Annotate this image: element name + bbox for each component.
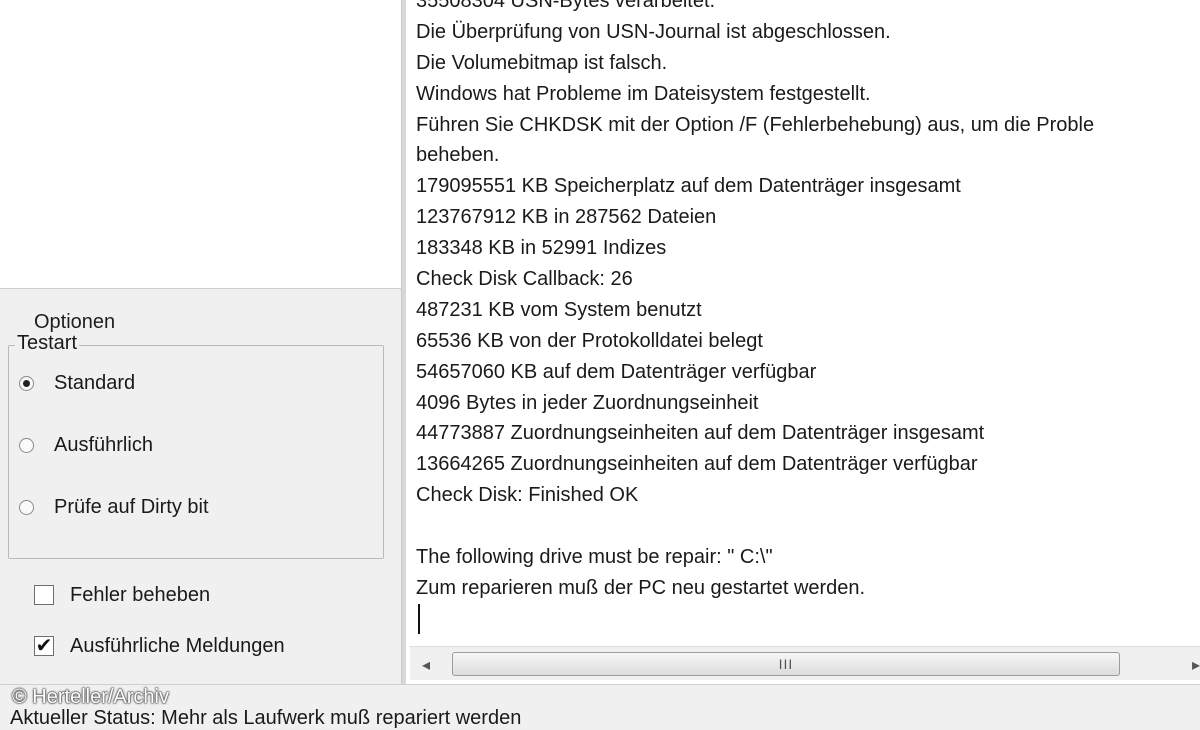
radio-dirty-bit-indicator[interactable]	[19, 499, 34, 515]
log-line: 35508304 USN-Bytes verarbeitet.	[416, 0, 716, 12]
left-top-panel	[0, 0, 402, 288]
horizontal-scrollbar[interactable]: ◂ III ▸	[410, 646, 1200, 680]
radio-dirty-bit[interactable]: Prüfe auf Dirty bit	[19, 492, 209, 522]
scroll-right-icon[interactable]: ▸	[1192, 655, 1200, 675]
log-line: 179095551 KB Speicherplatz auf dem Daten…	[416, 175, 961, 198]
log-line: Die Überprüfung von USN-Journal ist abge…	[416, 20, 891, 43]
scroll-left-icon[interactable]: ◂	[422, 655, 430, 675]
status-text: Aktueller Status: Mehr als Laufwerk muß …	[10, 707, 522, 729]
grip-icon: III	[778, 656, 794, 672]
radio-dirty-bit-label: Prüfe auf Dirty bit	[54, 495, 209, 518]
scrollbar-thumb[interactable]: III	[452, 652, 1120, 676]
copyright-watermark: © Herteller/Archiv	[12, 686, 169, 708]
log-line: Die Volumebitmap ist falsch.	[416, 51, 668, 74]
log-line: 44773887 Zuordnungseinheiten auf dem Dat…	[416, 422, 985, 445]
checkbox-fehler-beheben-box[interactable]	[34, 585, 54, 605]
log-line: 13664265 Zuordnungseinheiten auf dem Dat…	[416, 453, 978, 476]
log-line: Windows hat Probleme im Dateisystem fest…	[416, 82, 871, 105]
checkbox-ausfuehrliche-meldungen[interactable]: ✔ Ausführliche Meldungen	[34, 631, 285, 661]
radio-standard-label: Standard	[54, 371, 136, 394]
log-lines: 35508304 USN-Bytes verarbeitet. Die Überp…	[416, 0, 1094, 604]
checkbox-ausfuehrliche-meldungen-label: Ausführliche Meldungen	[70, 634, 285, 657]
log-line: 183348 KB in 52991 Indizes	[416, 237, 667, 260]
log-output[interactable]: 35508304 USN-Bytes verarbeitet. Die Überp…	[402, 0, 1200, 684]
radio-standard-indicator[interactable]	[19, 375, 34, 391]
testart-legend: Testart	[15, 332, 80, 355]
testart-groupbox: Testart Standard Ausführlich Prüfe auf D…	[8, 332, 384, 559]
log-line: 65536 KB von der Protokolldatei belegt	[416, 329, 763, 352]
radio-ausfuehrlich-label: Ausführlich	[54, 433, 153, 456]
options-panel: Optionen Testart Standard Ausführlich Pr…	[0, 288, 402, 684]
radio-ausfuehrlich[interactable]: Ausführlich	[19, 430, 153, 460]
checkbox-fehler-beheben[interactable]: Fehler beheben	[34, 580, 210, 610]
log-line: 487231 KB vom System benutzt	[416, 298, 702, 321]
log-line: 4096 Bytes in jeder Zuordnungseinheit	[416, 391, 759, 414]
radio-standard[interactable]: Standard	[19, 368, 135, 398]
log-line: beheben.	[416, 144, 500, 167]
log-line: 54657060 KB auf dem Datenträger verfügba…	[416, 360, 817, 383]
log-line: The following drive must be repair: " C:…	[416, 546, 773, 569]
log-line: Check Disk: Finished OK	[416, 484, 639, 507]
status-bar: Aktueller Status: Mehr als Laufwerk muß …	[0, 684, 1200, 729]
log-line: 123767912 KB in 287562 Dateien	[416, 206, 717, 229]
checkbox-fehler-beheben-label: Fehler beheben	[70, 583, 211, 606]
options-title: Optionen	[34, 311, 116, 333]
log-line: Führen Sie CHKDSK mit der Option /F (Feh…	[416, 113, 1095, 136]
radio-ausfuehrlich-indicator[interactable]	[19, 437, 34, 453]
text-caret	[418, 604, 420, 634]
log-line: Zum reparieren muß der PC neu gestartet …	[416, 576, 866, 599]
checkbox-ausfuehrliche-meldungen-box[interactable]: ✔	[34, 636, 54, 656]
log-line: Check Disk Callback: 26	[416, 268, 633, 291]
